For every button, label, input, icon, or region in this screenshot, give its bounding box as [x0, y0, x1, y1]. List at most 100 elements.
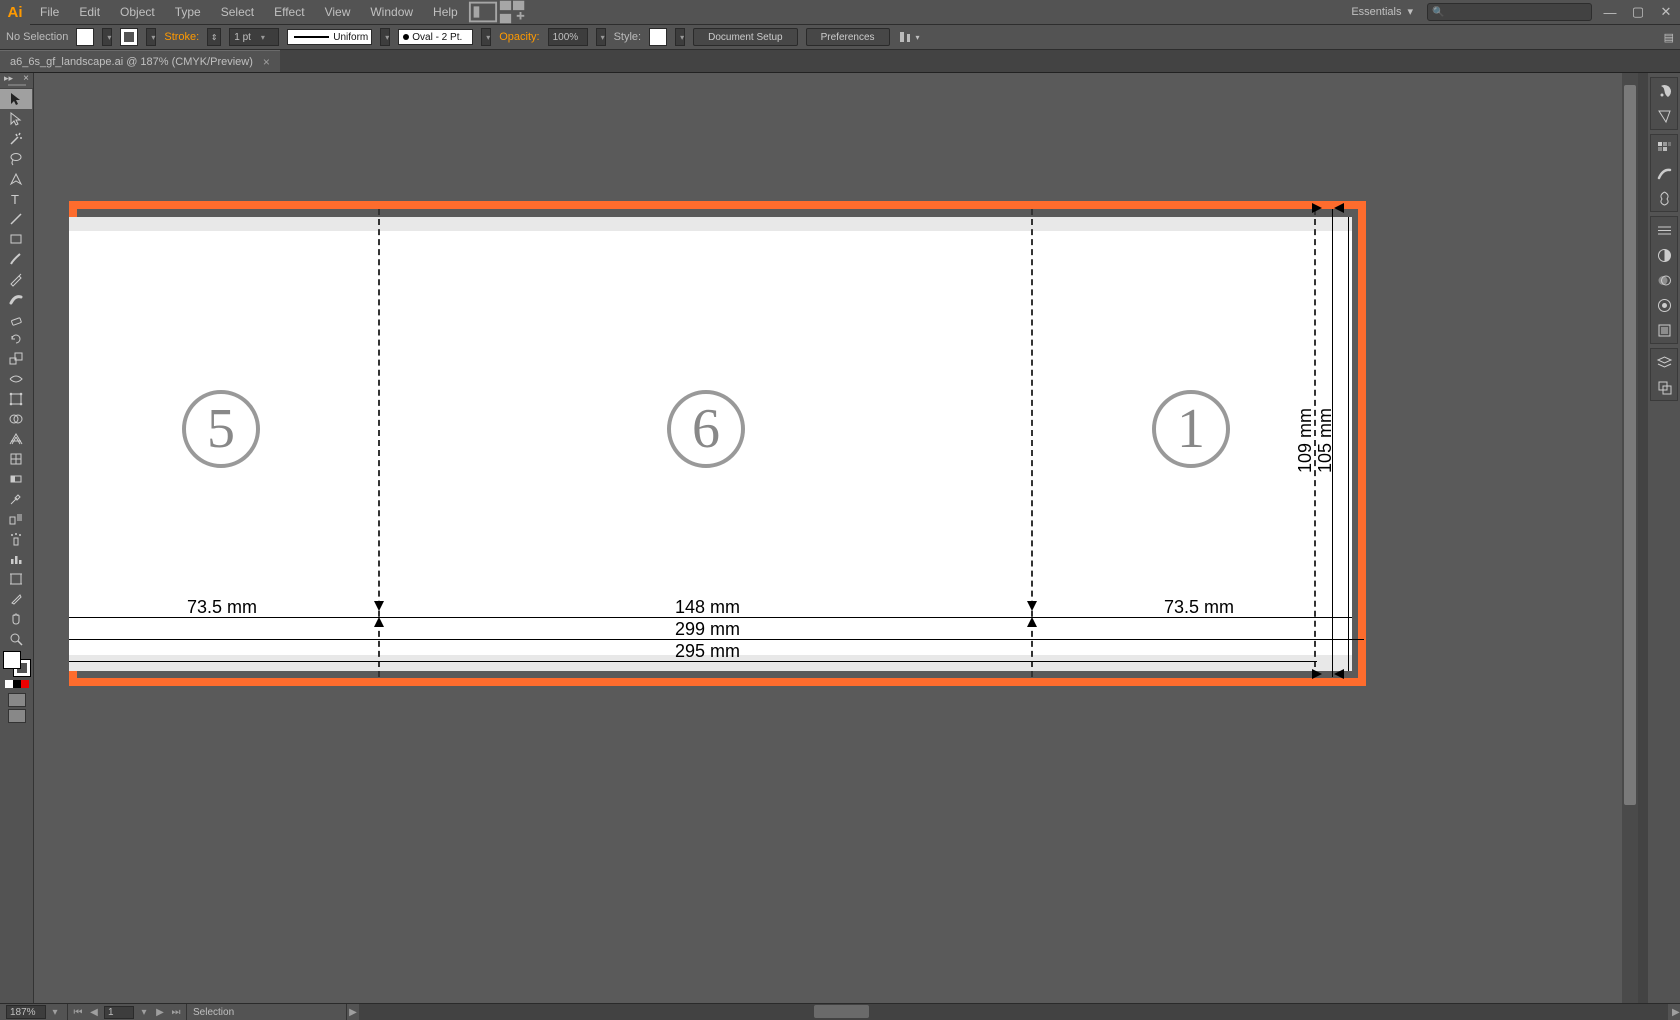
horizontal-scrollbar[interactable]	[359, 1004, 1668, 1020]
stroke-label[interactable]: Stroke:	[164, 31, 199, 43]
style-dropdown[interactable]: ▾	[675, 28, 685, 46]
mesh-tool[interactable]	[0, 449, 32, 469]
zoom-tool[interactable]	[0, 629, 32, 649]
graphic-styles-panel-icon[interactable]	[1651, 318, 1677, 342]
menu-object[interactable]: Object	[110, 0, 165, 24]
width-tool[interactable]	[0, 369, 32, 389]
brush-definition[interactable]: Oval - 2 Pt.	[398, 29, 473, 45]
fill-dropdown[interactable]: ▾	[102, 28, 112, 46]
transparency-panel-icon[interactable]	[1651, 268, 1677, 292]
fill-stroke-indicator[interactable]	[3, 651, 31, 677]
stroke-profile-uniform[interactable]: Uniform	[287, 29, 372, 45]
rotate-tool[interactable]	[0, 329, 32, 349]
chevron-down-icon[interactable]: ▾	[138, 1007, 150, 1018]
paintbrush-tool[interactable]	[0, 249, 32, 269]
close-icon[interactable]: ×	[263, 55, 270, 69]
align-icon[interactable]: ▾	[898, 30, 920, 44]
pen-tool[interactable]	[0, 169, 32, 189]
fill-indicator[interactable]	[3, 651, 21, 669]
workspace-switcher[interactable]: Essentials ▾	[1341, 0, 1423, 25]
eraser-tool[interactable]	[0, 309, 32, 329]
scale-tool[interactable]	[0, 349, 32, 369]
document-tab[interactable]: a6_6s_gf_landscape.ai @ 187% (CMYK/Previ…	[0, 50, 280, 72]
vertical-scrollbar[interactable]	[1622, 73, 1638, 1003]
menu-items: File Edit Object Type Select Effect View…	[30, 0, 468, 24]
stroke-panel-icon[interactable]	[1651, 218, 1677, 242]
brush-dropdown[interactable]: ▾	[481, 28, 491, 46]
brushes-panel-icon[interactable]	[1651, 161, 1677, 185]
lasso-tool[interactable]	[0, 149, 32, 169]
menu-file[interactable]: File	[30, 0, 69, 24]
line-tool[interactable]	[0, 209, 32, 229]
arrange-icon[interactable]	[498, 0, 528, 25]
screen-mode[interactable]	[8, 709, 26, 723]
window-maximize-button[interactable]: ▢	[1624, 2, 1652, 22]
eyedropper-tool[interactable]	[0, 489, 32, 509]
layers-panel-icon[interactable]	[1651, 350, 1677, 374]
pencil-tool[interactable]	[0, 269, 32, 289]
profile-uniform-dropdown[interactable]: ▾	[380, 28, 390, 46]
artboard-tool[interactable]	[0, 569, 32, 589]
zoom-input[interactable]: 187%	[6, 1005, 46, 1019]
nav-next-button[interactable]: ▶	[154, 1007, 166, 1018]
menu-edit[interactable]: Edit	[69, 0, 110, 24]
nav-last-button[interactable]: ⏭	[170, 1007, 182, 1018]
shape-builder-tool[interactable]	[0, 409, 32, 429]
perspective-grid-tool[interactable]	[0, 429, 32, 449]
hand-tool[interactable]	[0, 609, 32, 629]
color-panel-icon[interactable]	[1651, 79, 1677, 103]
status-menu-icon[interactable]: ▶	[347, 1007, 359, 1018]
panel-grip[interactable]: ▸▸×	[0, 73, 33, 83]
gradient-panel-icon[interactable]	[1651, 243, 1677, 267]
rectangle-tool[interactable]	[0, 229, 32, 249]
swatches-panel-icon[interactable]	[1651, 136, 1677, 160]
search-input[interactable]: 🔍	[1427, 3, 1592, 21]
appearance-panel-icon[interactable]	[1651, 293, 1677, 317]
stroke-dropdown[interactable]: ▾	[146, 28, 156, 46]
color-mode-strip[interactable]	[5, 680, 29, 688]
stroke-weight-input[interactable]: 1 pt ▾	[229, 28, 279, 46]
menu-help[interactable]: Help	[423, 0, 468, 24]
bridge-icon[interactable]	[468, 0, 498, 25]
scroll-right-button[interactable]: ▶	[1668, 1007, 1680, 1018]
direct-selection-tool[interactable]	[0, 109, 32, 129]
blob-brush-tool[interactable]	[0, 289, 32, 309]
symbol-sprayer-tool[interactable]	[0, 529, 32, 549]
window-minimize-button[interactable]: —	[1596, 2, 1624, 22]
artboard-number-input[interactable]: 1	[104, 1006, 134, 1019]
scrollbar-thumb[interactable]	[814, 1005, 869, 1018]
menu-select[interactable]: Select	[211, 0, 264, 24]
canvas[interactable]: 5 6 1 73.5 mm 148 mm 73.5 mm 299 mm 295 …	[34, 73, 1638, 1003]
stroke-stepper[interactable]: ⇕	[207, 28, 221, 46]
gradient-tool[interactable]	[0, 469, 32, 489]
control-menu-icon[interactable]: ▤	[1664, 31, 1674, 44]
nav-first-button[interactable]: ⏮	[72, 1007, 84, 1018]
preferences-button[interactable]: Preferences	[806, 28, 890, 46]
menu-effect[interactable]: Effect	[264, 0, 314, 24]
draw-normal[interactable]	[8, 693, 26, 707]
blend-tool[interactable]	[0, 509, 32, 529]
free-transform-tool[interactable]	[0, 389, 32, 409]
symbols-panel-icon[interactable]	[1651, 186, 1677, 210]
document-setup-button[interactable]: Document Setup	[693, 28, 798, 46]
menu-type[interactable]: Type	[165, 0, 211, 24]
artboards-panel-icon[interactable]	[1651, 375, 1677, 399]
menu-view[interactable]: View	[315, 0, 361, 24]
chevron-down-icon[interactable]: ▾	[49, 1007, 61, 1018]
selection-tool[interactable]	[0, 89, 32, 109]
type-tool[interactable]: T	[0, 189, 32, 209]
opacity-label[interactable]: Opacity:	[499, 31, 539, 43]
stroke-swatch[interactable]	[120, 28, 138, 46]
magic-wand-tool[interactable]	[0, 129, 32, 149]
window-close-button[interactable]: ✕	[1652, 2, 1680, 22]
menu-window[interactable]: Window	[360, 0, 423, 24]
slice-tool[interactable]	[0, 589, 32, 609]
fill-swatch[interactable]	[76, 28, 94, 46]
nav-prev-button[interactable]: ◀	[88, 1007, 100, 1018]
opacity-input[interactable]: 100%	[548, 28, 588, 46]
opacity-dropdown[interactable]: ▾	[596, 28, 606, 46]
color-guide-panel-icon[interactable]	[1651, 104, 1677, 128]
column-graph-tool[interactable]	[0, 549, 32, 569]
scrollbar-thumb[interactable]	[1624, 85, 1636, 805]
style-swatch[interactable]	[649, 28, 667, 46]
